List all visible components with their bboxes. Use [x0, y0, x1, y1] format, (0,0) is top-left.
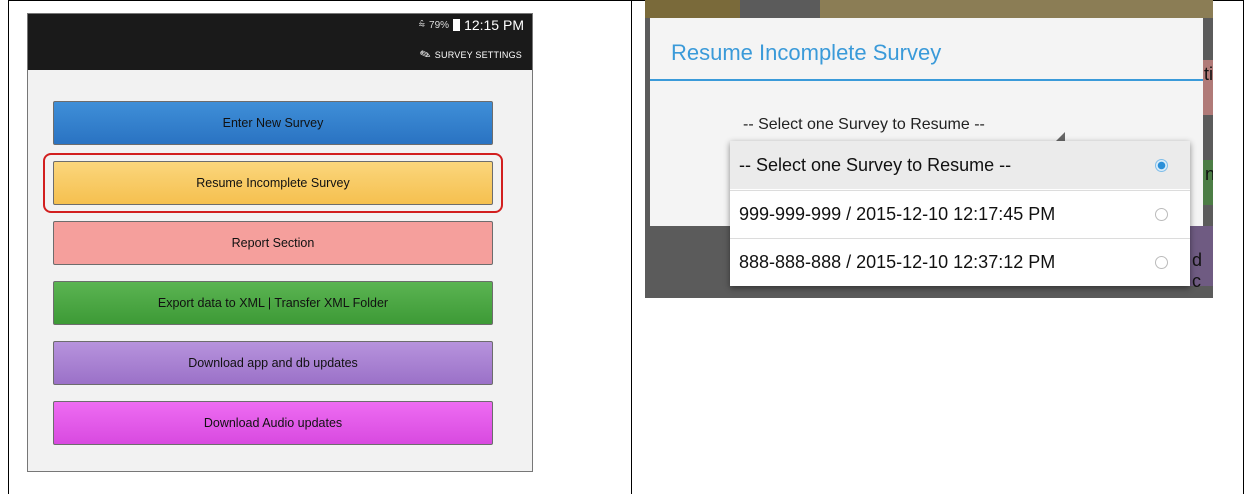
enter-new-survey-button[interactable]: Enter New Survey	[53, 101, 493, 145]
background-tile	[820, 0, 1213, 18]
phone-screenshot: ⩯ 79% 12:15 PM ✎ SURVEY SETTINGS Enter N…	[27, 13, 533, 472]
dialog-title: Resume Incomplete Survey	[671, 40, 942, 65]
option-label: 888-888-888 / 2015-12-10 12:37:12 PM	[739, 252, 1056, 272]
download-app-db-updates-button[interactable]: Download app and db updates	[53, 341, 493, 385]
background-tile	[645, 0, 740, 18]
dropdown-option[interactable]: 999-999-999 / 2015-12-10 12:17:45 PM	[730, 190, 1190, 238]
wifi-icon: ⩯	[418, 18, 426, 31]
dropdown-option[interactable]: -- Select one Survey to Resume --	[730, 141, 1190, 189]
survey-settings-button[interactable]: ✎ SURVEY SETTINGS	[417, 45, 522, 64]
background-text-fragment: n	[1205, 164, 1213, 184]
background-text-fragment: ti	[1204, 64, 1213, 84]
survey-settings-label: SURVEY SETTINGS	[434, 50, 522, 60]
download-audio-updates-button[interactable]: Download Audio updates	[53, 401, 493, 445]
column-divider	[631, 0, 632, 494]
option-label: 999-999-999 / 2015-12-10 12:17:45 PM	[739, 204, 1056, 224]
dropdown-option[interactable]: 888-888-888 / 2015-12-10 12:37:12 PM	[730, 238, 1190, 286]
status-bar: ⩯ 79% 12:15 PM ✎ SURVEY SETTINGS	[28, 14, 532, 70]
dialog-screenshot: Resume Incomplete Survey -- Select one S…	[645, 0, 1213, 298]
background-text-fragment: d c	[1192, 250, 1203, 291]
survey-dropdown-list: -- Select one Survey to Resume -- 999-99…	[730, 141, 1190, 286]
wrench-icon: ✎	[417, 45, 433, 64]
option-label: -- Select one Survey to Resume --	[739, 154, 1012, 175]
clock: 12:15 PM	[464, 17, 524, 33]
resume-incomplete-survey-button[interactable]: Resume Incomplete Survey	[53, 161, 493, 205]
radio-icon	[1155, 256, 1168, 269]
title-divider	[650, 79, 1203, 81]
status-indicators: ⩯ 79% 12:15 PM	[419, 17, 524, 33]
battery-percent: 79%	[429, 19, 450, 31]
radio-icon	[1155, 208, 1168, 221]
report-section-button[interactable]: Report Section	[53, 221, 493, 265]
spinner-arrow-icon	[1056, 132, 1065, 141]
battery-icon	[453, 19, 461, 31]
radio-selected-icon	[1155, 158, 1168, 172]
survey-spinner[interactable]: -- Select one Survey to Resume --	[743, 116, 985, 134]
export-xml-button[interactable]: Export data to XML | Transfer XML Folder	[53, 281, 493, 325]
